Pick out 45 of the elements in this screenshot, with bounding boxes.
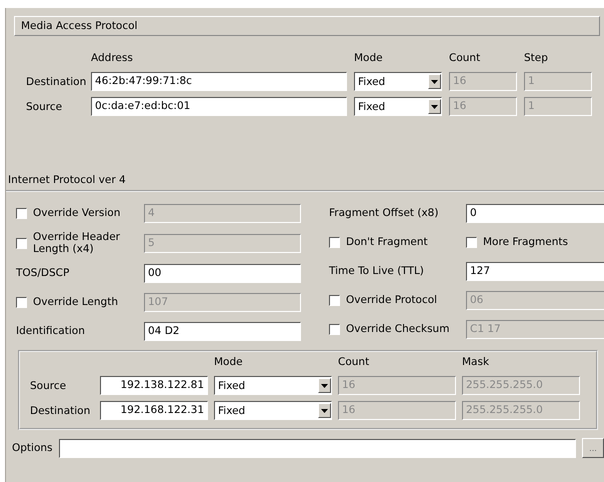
address-field[interactable]: 46:2b:47:99:71:8c <box>91 72 347 91</box>
ip-address-field[interactable]: 192.138.122.81 <box>100 376 208 395</box>
caret-icon <box>321 384 328 388</box>
text-field[interactable]: 04 D2 <box>144 322 301 340</box>
row-label: Destination <box>30 404 92 416</box>
field-label: Override Header Length (x4) <box>33 231 121 255</box>
section-header: Media Access Protocol <box>14 16 600 36</box>
text-field[interactable]: 0 <box>466 204 604 222</box>
field-label: Time To Live (TTL) <box>329 265 424 277</box>
mode-dropdown[interactable]: Fixed <box>214 401 332 420</box>
options-field[interactable] <box>58 438 576 458</box>
row-label: Source <box>30 380 68 392</box>
mode-dropdown[interactable]: Fixed <box>354 97 442 116</box>
field-label: Override Length <box>33 296 118 308</box>
checkbox-label: More Fragments <box>483 236 568 248</box>
mode-dropdown[interactable]: Fixed <box>214 376 332 395</box>
checkbox-label: Don't Fragment <box>346 236 428 248</box>
column-header: Step <box>524 52 548 64</box>
caret-icon <box>431 80 438 84</box>
checkbox[interactable] <box>466 236 477 248</box>
caret-icon <box>431 104 438 108</box>
column-header: Mode <box>354 52 383 64</box>
field-label: Identification <box>16 325 85 337</box>
field-label: Options <box>12 442 53 454</box>
column-header: Count <box>338 356 370 368</box>
mode-dropdown[interactable]: Fixed <box>354 72 442 91</box>
column-header: Mode <box>214 356 243 368</box>
field-label: Fragment Offset (x8) <box>329 207 438 219</box>
field-label: Override Protocol <box>346 294 438 306</box>
field-label: TOS/DSCP <box>16 267 70 279</box>
browse-button[interactable]: ... <box>582 438 604 458</box>
caret-icon <box>321 408 328 412</box>
text-field[interactable]: 00 <box>144 264 301 282</box>
column-header: Address <box>91 52 133 64</box>
text-field[interactable]: 127 <box>466 262 604 280</box>
address-field[interactable]: 0c:da:e7:ed:bc:01 <box>91 97 347 116</box>
field-label: Override Version <box>33 207 120 219</box>
column-header: Count <box>449 52 480 64</box>
field-label: Override Checksum <box>346 323 450 335</box>
row-label: Source <box>26 100 64 112</box>
column-header: Mask <box>462 356 490 368</box>
ip-address-field[interactable]: 192.168.122.31 <box>100 401 208 420</box>
row-label: Destination <box>26 76 84 88</box>
checkbox[interactable] <box>329 236 340 248</box>
section-header: Internet Protocol ver 4 <box>8 174 126 186</box>
